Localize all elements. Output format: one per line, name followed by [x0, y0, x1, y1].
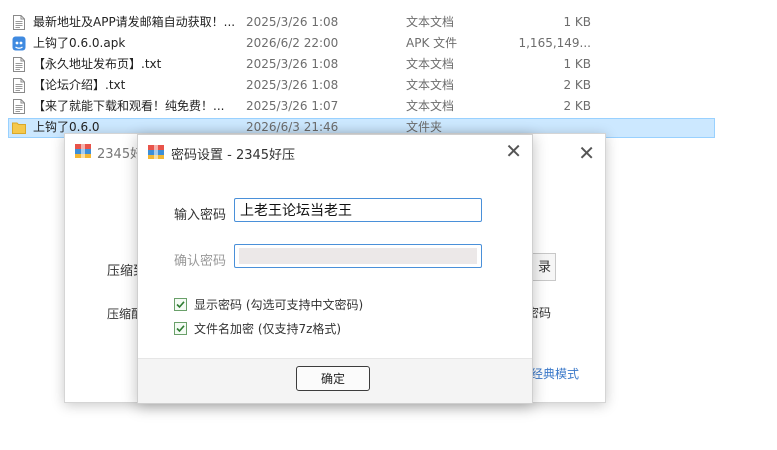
show-password-label: 显示密码 (勾选可支持中文密码): [194, 298, 364, 312]
encrypt-filenames-checkbox[interactable]: [174, 322, 187, 335]
folder-icon: [12, 120, 26, 135]
file-size: 2 KB: [563, 78, 591, 92]
file-row[interactable]: 最新地址及APP请发邮箱自动获取！... 2025/3/26 1:08 文本文档 1 …: [0, 12, 777, 33]
dialog-close-icon[interactable]: ✕: [505, 141, 522, 161]
classic-mode-link[interactable]: 经典模式: [531, 365, 579, 382]
file-name: 【永久地址发布页】.txt: [33, 57, 162, 71]
file-name: 【来了就能下载和观看！纯免费！...: [33, 99, 225, 113]
password-dialog: 密码设置 - 2345好压 ✕ 输入密码 确认密码 显示密码 (勾选可支持中文密…: [137, 134, 533, 404]
file-name: 上钩了0.6.0.apk: [33, 36, 126, 50]
file-size: 2 KB: [563, 99, 591, 113]
confirm-password-input[interactable]: [234, 244, 482, 268]
password-input[interactable]: [234, 198, 482, 222]
confirm-password-label: 确认密码: [174, 254, 227, 269]
file-row[interactable]: 【论坛介绍】.txt 2025/3/26 1:08 文本文档 2 KB: [0, 75, 777, 96]
text-file-icon: [12, 78, 26, 93]
file-type: 文本文档: [406, 15, 455, 29]
text-file-icon: [12, 57, 26, 72]
encrypt-filenames-option[interactable]: 文件名加密 (仅支持7z格式): [174, 320, 341, 337]
checkmark-icon: [176, 301, 185, 309]
file-row[interactable]: 上钩了0.6.0.apk 2026/6/2 22:00 APK 文件 1,165,14…: [0, 33, 777, 54]
file-size: 1,165,149...: [518, 36, 591, 50]
dialog-title: 密码设置 - 2345好压: [171, 148, 296, 163]
file-type: 文本文档: [406, 99, 455, 113]
text-file-icon: [12, 99, 26, 114]
text-file-icon: [12, 15, 26, 30]
apk-file-icon: [12, 36, 26, 51]
file-row[interactable]: 【来了就能下载和观看！纯免费！... 2025/3/26 1:07 文本文档 2 KB: [0, 96, 777, 117]
app-logo-icon: [148, 145, 164, 159]
encrypt-filenames-label: 文件名加密 (仅支持7z格式): [194, 322, 342, 336]
file-type: 文本文档: [406, 78, 455, 92]
show-password-option[interactable]: 显示密码 (勾选可支持中文密码): [174, 296, 363, 313]
dialog-footer: 确定: [138, 358, 532, 403]
file-date: 2026/6/2 22:00: [246, 36, 339, 50]
file-date: 2025/3/26 1:08: [246, 78, 339, 92]
file-name: 最新地址及APP请发邮箱自动获取！...: [33, 15, 236, 29]
file-date: 2025/3/26 1:08: [246, 57, 339, 71]
file-type: APK 文件: [406, 36, 458, 50]
compress-window-close-icon[interactable]: ✕: [578, 141, 595, 165]
file-list: 最新地址及APP请发邮箱自动获取！... 2025/3/26 1:08 文本文档 1 …: [0, 12, 777, 138]
file-size: 1 KB: [563, 15, 591, 29]
file-name: 【论坛介绍】.txt: [33, 78, 126, 92]
show-password-checkbox[interactable]: [174, 298, 187, 311]
file-row[interactable]: 【永久地址发布页】.txt 2025/3/26 1:08 文本文档 1 KB: [0, 54, 777, 75]
file-date: 2025/3/26 1:07: [246, 99, 339, 113]
app-logo-icon: [75, 144, 91, 158]
file-size: 1 KB: [563, 57, 591, 71]
file-date: 2025/3/26 1:08: [246, 15, 339, 29]
ok-button[interactable]: 确定: [296, 366, 370, 391]
password-label: 输入密码: [174, 208, 227, 223]
confirm-password-masked: [239, 248, 477, 264]
file-type: 文本文档: [406, 57, 455, 71]
checkmark-icon: [176, 325, 185, 333]
